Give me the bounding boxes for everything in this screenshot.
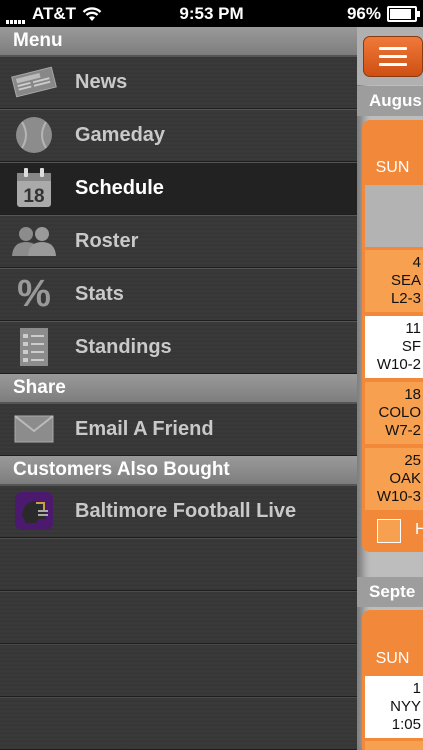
- hamburger-icon: [379, 55, 407, 58]
- menu-item-news[interactable]: News: [0, 56, 357, 109]
- menu-item-baltimore-football-live[interactable]: Baltimore Football Live: [0, 485, 357, 538]
- list-icon: [8, 326, 60, 368]
- menu-item-label: Schedule: [75, 176, 164, 199]
- people-icon: [8, 220, 60, 262]
- app-thumbnail-icon: [8, 490, 60, 532]
- month-title-september: Septe: [357, 577, 423, 607]
- menu-item-roster[interactable]: Roster: [0, 215, 357, 268]
- calendar-cell[interactable]: 25 OAK W10-3: [365, 448, 423, 510]
- calendar-cell[interactable]: 4 SEA L2-3: [365, 250, 423, 312]
- menu-item-label: Gameday: [75, 123, 166, 146]
- menu-item-label: Email A Friend: [75, 417, 214, 440]
- percent-icon: %: [17, 272, 51, 315]
- section-header-customers-also-bought: Customers Also Bought: [0, 456, 357, 485]
- day-header: SUN: [375, 650, 410, 667]
- menu-item-schedule[interactable]: 18 Schedule: [0, 162, 357, 215]
- menu-item-label: Standings: [75, 335, 172, 358]
- side-menu: Menu News Gameday 18 Schedule Roster % S…: [0, 27, 357, 750]
- hamburger-icon: [379, 63, 407, 66]
- schedule-panel: Augus SUN 4 SEA L2-3 11 SF W10-2 18 COLO…: [357, 27, 423, 750]
- menu-toggle-button[interactable]: [363, 36, 423, 77]
- baseball-icon: [8, 114, 60, 156]
- calendar-cell[interactable]: 1 NYY 1:05: [365, 676, 423, 738]
- day-header: SUN: [375, 159, 410, 176]
- menu-item-email-a-friend[interactable]: Email A Friend: [0, 403, 357, 456]
- legend-swatch: [377, 519, 401, 543]
- empty-row: [0, 591, 357, 644]
- calendar-cell[interactable]: [365, 185, 423, 247]
- menu-item-label: Roster: [75, 229, 139, 252]
- menu-item-label: Baltimore Football Live: [75, 499, 297, 522]
- section-header-share: Share: [0, 374, 357, 403]
- status-bar: AT&T 9:53 PM 96%: [0, 0, 423, 27]
- calendar-cell[interactable]: 18 COLO W7-2: [365, 382, 423, 444]
- empty-row: [0, 644, 357, 697]
- month-title-august: Augus: [357, 86, 423, 116]
- calendar-cell[interactable]: 11 SF W10-2: [365, 316, 423, 378]
- battery-icon: [387, 6, 420, 22]
- svg-text:18: 18: [23, 186, 44, 207]
- legend: H: [365, 515, 423, 545]
- menu-item-gameday[interactable]: Gameday: [0, 109, 357, 162]
- envelope-icon: [8, 408, 60, 450]
- menu-item-label: News: [75, 70, 128, 93]
- battery-status: 96%: [346, 4, 420, 24]
- section-header-menu: Menu: [0, 27, 357, 56]
- newspaper-icon: [8, 61, 60, 103]
- empty-row: [0, 538, 357, 591]
- empty-row: [0, 697, 357, 750]
- schedule-header: [357, 27, 423, 85]
- menu-item-label: Stats: [75, 282, 124, 305]
- menu-item-stats[interactable]: % Stats: [0, 268, 357, 321]
- battery-percent: 96%: [346, 4, 381, 23]
- hamburger-icon: [379, 47, 407, 50]
- calendar-cell[interactable]: [365, 741, 423, 750]
- legend-label: H: [415, 521, 423, 538]
- menu-item-standings[interactable]: Standings: [0, 321, 357, 374]
- calendar-icon: 18: [8, 167, 60, 209]
